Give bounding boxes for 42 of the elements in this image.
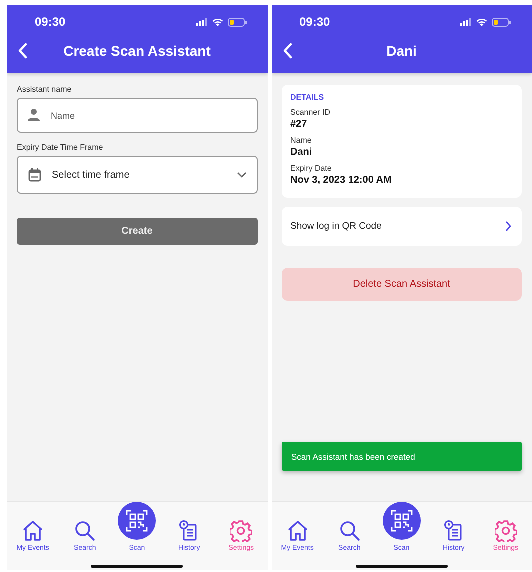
calendar-icon — [28, 168, 42, 182]
search-icon — [74, 520, 96, 542]
battery-icon — [492, 18, 512, 26]
time-frame-select[interactable]: Select time frame — [17, 156, 258, 194]
settings-icon — [230, 520, 252, 542]
person-icon — [27, 108, 41, 122]
settings-icon — [494, 520, 517, 542]
status-time: 09:30 — [300, 15, 330, 29]
detail-value: Nov 3, 2023 12:00 AM — [290, 175, 392, 186]
status-time: 09:30 — [35, 15, 66, 29]
delete-button[interactable]: Delete Scan Assistant — [282, 268, 522, 301]
screen-title: Dani — [386, 43, 418, 59]
signal-icon — [196, 18, 208, 26]
field-label: Assistant name — [17, 85, 72, 94]
name-field[interactable]: Name — [17, 98, 258, 133]
chevron-right-icon — [505, 221, 512, 232]
detail-value: #27 — [290, 119, 308, 130]
wifi-icon — [212, 18, 224, 26]
signal-icon — [460, 18, 472, 26]
home-icon — [286, 520, 309, 542]
history-icon — [442, 520, 465, 542]
battery-icon — [228, 18, 248, 26]
qr-log-link[interactable]: Show log in QR Code — [282, 207, 522, 246]
back-icon[interactable] — [282, 43, 292, 59]
scan-fab[interactable] — [118, 502, 156, 540]
back-icon[interactable] — [18, 43, 28, 59]
detail-label: Expiry Date — [290, 164, 332, 173]
link-label: Show log in QR Code — [290, 221, 382, 232]
screen-title: Create Scan Assistant — [62, 43, 212, 59]
detail-label: Scanner ID — [290, 108, 331, 117]
search-icon — [338, 520, 361, 542]
field-label: Expiry Date Time Frame — [17, 143, 104, 152]
detail-value: Dani — [290, 147, 312, 158]
detail-label: Name — [290, 136, 312, 145]
qr-code-icon — [126, 510, 148, 532]
home-icon — [22, 520, 44, 542]
wifi-icon — [476, 18, 488, 26]
scan-fab[interactable] — [382, 502, 421, 540]
section-title: DETAILS — [290, 93, 324, 102]
qr-code-icon — [390, 510, 413, 532]
toast-message: Scan Assistant has been created — [282, 442, 522, 471]
chevron-down-icon — [236, 172, 246, 178]
